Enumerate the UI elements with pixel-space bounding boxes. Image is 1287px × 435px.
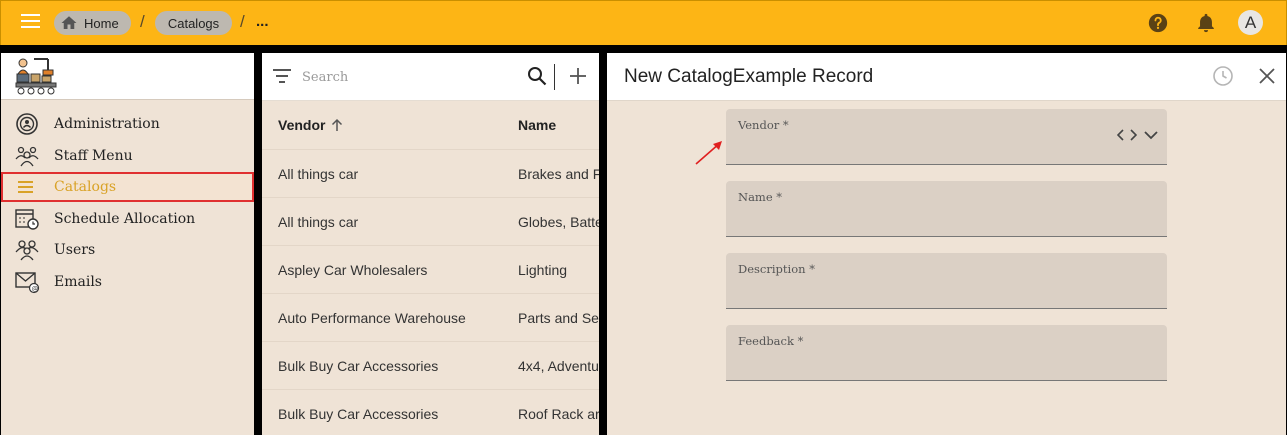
cell-name: Globes, Batte	[518, 214, 599, 230]
sidebar-item-label: Emails	[54, 274, 102, 290]
annotation-arrow-icon	[695, 141, 722, 165]
cell-name: 4x4, Adventu	[518, 358, 599, 374]
cell-name: Parts and Se	[518, 310, 599, 326]
description-field-label: Description *	[738, 262, 815, 276]
close-icon[interactable]	[1258, 67, 1276, 85]
table-row[interactable]: Auto Performance Warehouse Parts and Se	[262, 293, 599, 341]
sidebar-item-users[interactable]: Users	[1, 235, 254, 265]
table-row[interactable]: All things car Globes, Batte	[262, 197, 599, 245]
users-icon	[15, 240, 39, 261]
name-field-label: Name *	[738, 190, 783, 204]
sidebar-item-emails[interactable]: @ Emails	[1, 267, 254, 297]
form-header: New CatalogExample Record	[607, 53, 1286, 101]
sidebar-item-catalogs[interactable]: Catalogs	[1, 172, 254, 202]
sidebar-item-label: Users	[54, 242, 96, 258]
email-icon: @	[15, 272, 40, 294]
list-icon	[18, 181, 33, 193]
column-header-vendor-label: Vendor	[278, 117, 326, 133]
sidebar-item-label: Catalogs	[54, 179, 117, 195]
sidebar-item-schedule-allocation[interactable]: Schedule Allocation	[1, 204, 254, 234]
help-circle-icon[interactable]	[1147, 12, 1169, 34]
column-header-name[interactable]: Name	[518, 117, 556, 133]
toolbar-divider	[554, 64, 555, 90]
feedback-field[interactable]: Feedback *	[726, 325, 1167, 381]
breadcrumb-ellipsis[interactable]: ...	[256, 13, 269, 30]
sidebar-item-label: Staff Menu	[54, 148, 133, 164]
cell-name: Lighting	[518, 262, 568, 278]
code-brackets-icon[interactable]	[1117, 129, 1137, 141]
factory-worker-logo	[15, 58, 57, 95]
description-field[interactable]: Description *	[726, 253, 1167, 309]
vendor-field-tools	[1117, 129, 1159, 141]
sidebar-item-label: Administration	[54, 116, 160, 132]
table-row[interactable]: Aspley Car Wholesalers Lighting	[262, 245, 599, 293]
catalog-list-panel: Vendor Name All things car Brakes and F …	[262, 53, 599, 435]
breadcrumb-catalogs[interactable]: Catalogs	[155, 11, 232, 35]
filter-icon[interactable]	[273, 69, 291, 83]
table-row[interactable]: Bulk Buy Car Accessories Roof Rack ar	[262, 389, 599, 435]
cell-vendor: All things car	[278, 166, 359, 182]
breadcrumb-separator: /	[140, 12, 145, 31]
admin-gear-icon	[16, 113, 38, 135]
avatar[interactable]: A	[1238, 10, 1263, 35]
chevron-down-icon[interactable]	[1143, 129, 1159, 141]
staff-group-icon	[15, 146, 39, 167]
table-row[interactable]: All things car Brakes and F	[262, 149, 599, 197]
cell-name: Brakes and F	[518, 166, 599, 182]
sidebar: Administration Staff Menu Catalogs Sched…	[1, 53, 254, 435]
cell-vendor: Aspley Car Wholesalers	[278, 262, 428, 278]
name-field[interactable]: Name *	[726, 181, 1167, 237]
search-input[interactable]	[302, 67, 512, 87]
sidebar-logo-area	[1, 53, 254, 100]
table-row[interactable]: Bulk Buy Car Accessories 4x4, Adventu	[262, 341, 599, 389]
calendar-clock-icon	[15, 209, 39, 230]
sort-ascending-icon[interactable]	[331, 118, 343, 132]
column-header-vendor[interactable]: Vendor	[278, 117, 343, 133]
feedback-field-label: Feedback *	[738, 334, 804, 348]
sidebar-item-administration[interactable]: Administration	[1, 109, 254, 139]
svg-text:@: @	[32, 285, 39, 293]
breadcrumb-home[interactable]: Home	[54, 11, 131, 35]
cell-vendor: Auto Performance Warehouse	[278, 310, 466, 326]
search-bar	[262, 53, 599, 101]
breadcrumb-catalogs-label: Catalogs	[167, 15, 220, 31]
vendor-field-label: Vendor *	[738, 118, 789, 132]
cell-vendor: Bulk Buy Car Accessories	[278, 358, 439, 374]
cell-name: Roof Rack ar	[518, 406, 599, 422]
record-form-panel: New CatalogExample Record Vendor * Name …	[607, 53, 1286, 435]
add-icon[interactable]	[569, 67, 587, 85]
form-title: New CatalogExample Record	[624, 66, 874, 87]
breadcrumb-home-label: Home	[84, 15, 119, 31]
bell-icon[interactable]	[1195, 12, 1217, 34]
sidebar-item-label: Schedule Allocation	[54, 211, 196, 227]
breadcrumb-separator: /	[240, 12, 245, 31]
cell-vendor: Bulk Buy Car Accessories	[278, 406, 439, 422]
search-icon[interactable]	[527, 66, 547, 86]
vendor-field[interactable]: Vendor *	[726, 109, 1167, 165]
home-icon	[61, 16, 77, 29]
top-app-bar: Home / Catalogs / ... A	[0, 0, 1287, 45]
hamburger-menu-icon[interactable]	[21, 14, 40, 30]
cell-vendor: All things car	[278, 214, 359, 230]
table-header: Vendor Name	[262, 101, 599, 149]
sidebar-item-staff-menu[interactable]: Staff Menu	[1, 141, 254, 171]
history-clock-icon[interactable]	[1212, 65, 1234, 87]
